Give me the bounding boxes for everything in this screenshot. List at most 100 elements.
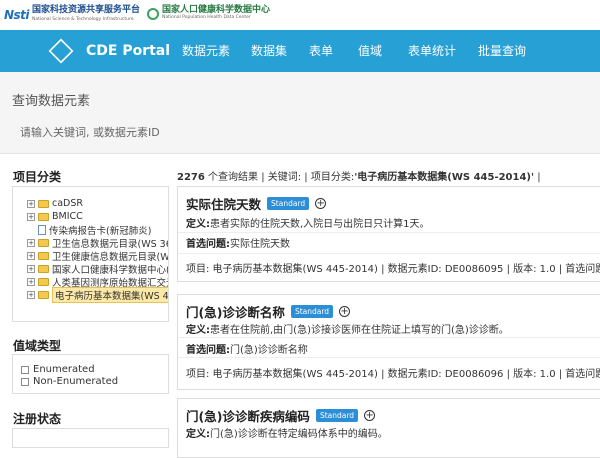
add-plus-icon[interactable]: +: [364, 410, 376, 421]
definition-line: 定义:患者实际的住院天数,入院日与出院日只计算1天。: [186, 215, 430, 230]
tree-item-label: 卫生信息数据元目录(WS 363-: [52, 238, 169, 250]
folder-icon: [38, 251, 49, 260]
tree-item-ws363[interactable]: + 卫生信息数据元目录(WS 363-: [27, 236, 169, 250]
tree-item-cadsr[interactable]: + caDSR: [27, 197, 83, 210]
tree-item-wst[interactable]: + 卫生健康信息数据元目录(WS/T: [27, 249, 169, 263]
nsti-en-name: National Science & Technology Infrastruc…: [32, 17, 134, 22]
result-tail: |: [534, 172, 541, 183]
category-tree: + caDSR + BMICC 传染病报告卡(新冠肺炎) + 卫生信息数据元目录…: [12, 186, 169, 322]
document-icon: [38, 224, 46, 235]
folder-icon: [38, 238, 49, 247]
element-name-link[interactable]: 门(急)诊诊断疾病编码: [186, 406, 310, 425]
tree-item-label: 国家人口健康科学数据中心(NC: [52, 264, 169, 276]
result-category: '电子病历基本数据集(WS 445-2014)': [354, 172, 535, 183]
result-count: 2276: [177, 172, 205, 183]
cube-logo-icon: [48, 38, 74, 64]
tree-item-label: BMICC: [52, 211, 83, 222]
element-name-link[interactable]: 实际住院天数: [186, 194, 261, 213]
expand-icon[interactable]: +: [27, 277, 35, 286]
preferred-question-label: 首选问题:: [186, 239, 230, 250]
result-card[interactable]: 实际住院天数 Standard + 定义:患者实际的住院天数,入院日与出院日只计…: [177, 186, 600, 282]
tree-item-bmicc[interactable]: + BMICC: [27, 210, 83, 223]
filter-non-enumerated[interactable]: Non-Enumerated: [21, 376, 118, 387]
divider: [178, 253, 600, 254]
folder-icon: [38, 290, 49, 299]
expand-icon[interactable]: +: [27, 264, 35, 273]
tree-item-ws445[interactable]: + 电子病历基本数据集(WS 445-: [27, 286, 168, 303]
search-area: 查询数据元素: [0, 72, 600, 154]
filter-label: Enumerated: [33, 364, 95, 375]
nsti-cn-name: 国家科技资源共享服务平台: [32, 5, 141, 15]
brand[interactable]: CDE Portal: [48, 30, 171, 72]
nav-batch-query[interactable]: 批量查询: [478, 30, 526, 72]
expand-icon[interactable]: +: [27, 238, 35, 247]
search-input[interactable]: [12, 120, 588, 144]
tree-item-ncmi[interactable]: + 国家人口健康科学数据中心(NC: [27, 262, 169, 276]
definition-label: 定义:: [186, 429, 210, 440]
result-summary-text: 个查询结果 | 关键词: | 项目分类:: [204, 172, 355, 183]
nav-data-elements[interactable]: 数据元素: [182, 30, 230, 72]
domain-type-panel: Enumerated Non-Enumerated: [12, 354, 169, 394]
search-title: 查询数据元素: [12, 94, 91, 109]
nav-forms[interactable]: 表单: [309, 30, 333, 72]
standard-badge: Standard: [267, 197, 310, 210]
nphdc-en-name: National Population Health Data Center: [162, 15, 251, 20]
filter-label: Non-Enumerated: [33, 376, 119, 387]
divider: [178, 357, 600, 358]
tree-item-label: 电子病历基本数据集(WS 445-: [52, 286, 168, 303]
folder-icon: [38, 277, 49, 286]
folder-icon: [38, 199, 49, 208]
nphdc-logo-icon: [147, 7, 159, 20]
results-summary: 2276 个查询结果 | 关键词: | 项目分类:'电子病历基本数据集(WS 4…: [177, 168, 541, 183]
standard-badge: Standard: [290, 305, 334, 318]
filter-enumerated[interactable]: Enumerated: [21, 364, 95, 375]
domain-type-title: 值域类型: [13, 339, 62, 353]
preferred-question-line: 首选问题:实际住院天数: [186, 235, 290, 250]
tree-item-covid-card[interactable]: 传染病报告卡(新冠肺炎): [38, 223, 152, 237]
nphdc-cn-name: 国家人口健康科学数据中心: [162, 5, 271, 15]
nav-value-domains[interactable]: 值域: [358, 30, 382, 72]
result-card[interactable]: 门(急)诊诊断疾病编码 Standard + 定义:门(急)诊诊断在特定编码体系…: [177, 398, 600, 458]
definition-text: 门(急)诊诊断在特定编码体系中的编码。: [210, 429, 388, 440]
tree-item-label: 传染病报告卡(新冠肺炎): [49, 225, 152, 237]
preferred-question-text: 门(急)诊诊断名称: [230, 345, 308, 356]
brand-title: CDE Portal: [86, 43, 171, 59]
nphdc-logo[interactable]: 国家人口健康科学数据中心 National Population Health …: [147, 6, 270, 21]
preferred-question-text: 实际住院天数: [230, 239, 290, 250]
nav-datasets[interactable]: 数据集: [251, 30, 287, 72]
expand-icon[interactable]: +: [27, 212, 35, 221]
meta-line: 项目: 电子病历基本数据集(WS 445-2014) | 数据元素ID: DE0…: [186, 264, 600, 275]
folder-icon: [38, 264, 49, 273]
nsti-logo[interactable]: Nsti 国家科技资源共享服务平台 National Science & Tec…: [4, 6, 140, 24]
checkbox[interactable]: [21, 377, 29, 386]
checkbox[interactable]: [21, 365, 29, 374]
add-plus-icon[interactable]: +: [339, 306, 351, 317]
element-name-link[interactable]: 门(急)诊诊断名称: [186, 302, 285, 321]
preferred-question-line: 首选问题:门(急)诊诊断名称: [186, 341, 308, 356]
result-card[interactable]: 门(急)诊诊断名称 Standard + 定义:患者在住院前,由门(急)诊接诊医…: [177, 294, 600, 390]
top-logo-bar: Nsti 国家科技资源共享服务平台 National Science & Tec…: [0, 0, 600, 30]
registration-status-title: 注册状态: [13, 412, 62, 426]
expand-icon[interactable]: +: [27, 199, 35, 208]
definition-line: 定义:患者在住院前,由门(急)诊接诊医师在住院证上填写的门(急)诊诊断。: [186, 321, 509, 336]
definition-text: 患者在住院前,由门(急)诊接诊医师在住院证上填写的门(急)诊诊断。: [210, 325, 509, 336]
main-navbar: CDE Portal 数据元素 数据集 表单 值域 表单统计 批量查询: [0, 30, 600, 72]
definition-label: 定义:: [186, 219, 210, 230]
registration-status-panel: [12, 428, 169, 448]
category-title: 项目分类: [13, 170, 62, 184]
divider: [178, 337, 600, 338]
preferred-question-label: 首选问题:: [186, 345, 230, 356]
expand-icon[interactable]: +: [27, 290, 35, 299]
nav-form-stats[interactable]: 表单统计: [408, 30, 456, 72]
tree-item-label: caDSR: [52, 198, 83, 209]
divider: [178, 232, 600, 233]
tree-item-label: 卫生健康信息数据元目录(WS/T: [52, 251, 169, 263]
definition-label: 定义:: [186, 325, 210, 336]
nsti-mark: Nsti: [4, 8, 30, 22]
expand-icon[interactable]: +: [27, 251, 35, 260]
meta-line: 项目: 电子病历基本数据集(WS 445-2014) | 数据元素ID: DE0…: [186, 369, 600, 380]
standard-badge: Standard: [315, 409, 359, 422]
definition-text: 患者实际的住院天数,入院日与出院日只计算1天。: [210, 219, 430, 230]
folder-icon: [38, 212, 49, 221]
add-plus-icon[interactable]: +: [315, 198, 327, 209]
